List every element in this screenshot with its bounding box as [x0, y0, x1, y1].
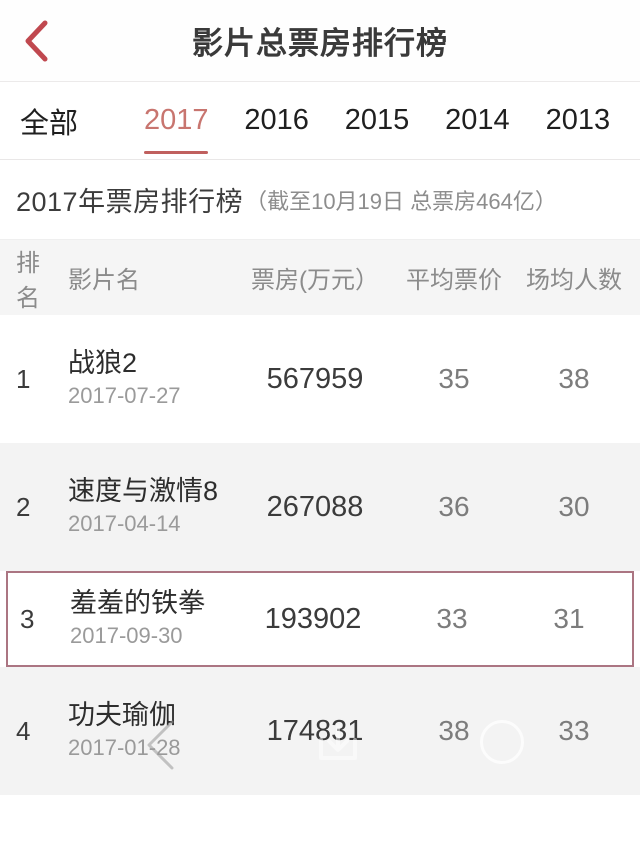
- page-title: 影片总票房排行榜: [192, 26, 448, 61]
- subtitle-main: 2017年票房排行榜: [16, 187, 244, 217]
- table-row-highlighted[interactable]: 3 羞羞的铁拳 2017-09-30 193902 33 31: [6, 571, 634, 667]
- back-button[interactable]: [14, 19, 58, 63]
- title-bar: 影片总票房排行榜: [0, 0, 640, 82]
- row-film: 功夫瑜伽 2017-01-28: [62, 700, 236, 761]
- tab-2015[interactable]: 2015: [327, 82, 427, 159]
- row-box-office: 267088: [266, 490, 364, 523]
- row-rank: 3: [20, 603, 35, 634]
- row-rank: 2: [16, 491, 31, 522]
- row-box-office: 567959: [266, 362, 364, 395]
- table-row[interactable]: 4 功夫瑜伽 2017-01-28 174831 38 33: [0, 667, 640, 795]
- row-avg-price: 33: [436, 603, 468, 634]
- row-film: 速度与激情8 2017-04-14: [62, 476, 236, 537]
- table-row[interactable]: 1 战狼2 2017-07-27 567959 35 38: [0, 315, 640, 443]
- app-root: 影片总票房排行榜 全部 2017 2016 2015 2014 2013 201…: [0, 0, 640, 849]
- tab-all[interactable]: 全部: [14, 82, 126, 159]
- column-header-avg-price: 平均票价: [406, 267, 502, 294]
- row-film: 羞羞的铁拳 2017-09-30: [64, 588, 234, 649]
- row-avg-attendance: 38: [558, 363, 590, 394]
- column-header-box-office: 票房(万元）: [251, 267, 379, 294]
- row-rank: 1: [16, 363, 31, 394]
- row-film-title: 速度与激情8: [68, 476, 219, 507]
- row-box-office: 174831: [266, 714, 364, 747]
- table-row[interactable]: 2 速度与激情8 2017-04-14 267088 36 30: [0, 443, 640, 571]
- row-avg-price: 35: [438, 363, 470, 394]
- row-film: 战狼2 2017-07-27: [62, 348, 236, 409]
- tab-2014[interactable]: 2014: [427, 82, 527, 159]
- year-tab-bar: 全部 2017 2016 2015 2014 2013: [0, 82, 640, 160]
- row-film-date: 2017-07-27: [68, 383, 181, 409]
- row-film-date: 2017-09-30: [70, 623, 183, 649]
- row-avg-attendance: 30: [558, 491, 590, 522]
- tab-2017[interactable]: 2017: [126, 82, 226, 159]
- subtitle-note: （截至10月19日 总票房464亿）: [245, 188, 557, 214]
- row-film-date: 2017-04-14: [68, 511, 181, 537]
- row-avg-attendance: 31: [553, 603, 585, 634]
- row-rank: 4: [16, 715, 31, 746]
- row-film-date: 2017-01-28: [68, 735, 181, 761]
- row-film-title: 羞羞的铁拳: [70, 588, 205, 619]
- column-header-film-name: 影片名: [68, 267, 140, 294]
- chevron-left-icon: [23, 20, 49, 62]
- column-header-rank: 排名: [16, 249, 40, 312]
- row-avg-attendance: 33: [558, 715, 590, 746]
- row-film-title: 功夫瑜伽: [68, 700, 176, 731]
- row-box-office: 193902: [264, 602, 362, 635]
- table-header: 排名 影片名 票房(万元） 平均票价 场均人数: [0, 240, 640, 315]
- column-header-avg-attendance: 场均人数: [526, 267, 622, 294]
- tab-2013[interactable]: 2013: [528, 82, 628, 159]
- row-avg-price: 36: [438, 491, 470, 522]
- row-film-title: 战狼2: [68, 348, 138, 379]
- tab-2016[interactable]: 2016: [226, 82, 326, 159]
- subtitle-bar: 2017年票房排行榜 （截至10月19日 总票房464亿）: [0, 160, 640, 240]
- row-avg-price: 38: [438, 715, 470, 746]
